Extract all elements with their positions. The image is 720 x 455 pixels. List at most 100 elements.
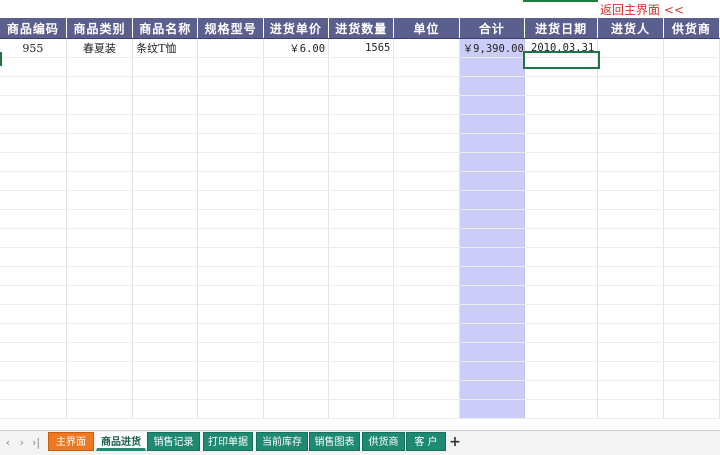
cell-total[interactable] bbox=[459, 57, 526, 77]
cell-total[interactable] bbox=[459, 247, 526, 267]
cell-unit_price[interactable] bbox=[263, 323, 330, 343]
cell-supplier[interactable] bbox=[663, 95, 720, 115]
cell-supplier[interactable] bbox=[663, 133, 720, 153]
cell-category[interactable] bbox=[66, 380, 134, 400]
cell-supplier[interactable] bbox=[663, 228, 720, 248]
cell-name[interactable] bbox=[132, 361, 199, 381]
add-sheet-button[interactable]: + bbox=[448, 433, 462, 451]
cell-code[interactable] bbox=[0, 323, 67, 343]
cell-unit[interactable] bbox=[393, 342, 460, 362]
cell-name[interactable] bbox=[132, 76, 199, 96]
cell-buyer[interactable] bbox=[597, 380, 664, 400]
column-header-name[interactable]: 商品名称 bbox=[132, 18, 199, 39]
cell-buyer[interactable] bbox=[597, 285, 664, 305]
column-header-spec[interactable]: 规格型号 bbox=[197, 18, 264, 39]
cell-name[interactable] bbox=[132, 323, 199, 343]
cell-name[interactable] bbox=[132, 209, 199, 229]
cell-name[interactable] bbox=[132, 190, 199, 210]
cell-unit[interactable] bbox=[393, 361, 460, 381]
cell-name[interactable] bbox=[132, 399, 199, 419]
cell-supplier[interactable] bbox=[663, 323, 720, 343]
cell-unit[interactable] bbox=[393, 209, 460, 229]
sheet-tab-2[interactable]: 销售记录 bbox=[147, 432, 200, 451]
cell-qty[interactable] bbox=[328, 323, 395, 343]
sheet-tab-1[interactable]: 商品进货 bbox=[96, 432, 146, 451]
cell-spec[interactable] bbox=[197, 228, 264, 248]
cell-code[interactable] bbox=[0, 171, 67, 191]
cell-total[interactable] bbox=[459, 171, 526, 191]
cell-code[interactable] bbox=[0, 361, 67, 381]
cell-spec[interactable] bbox=[197, 95, 264, 115]
cell-supplier[interactable] bbox=[663, 152, 720, 172]
cell-category[interactable] bbox=[66, 76, 134, 96]
cell-unit[interactable] bbox=[393, 323, 460, 343]
cell-qty[interactable] bbox=[328, 57, 395, 77]
column-header-date[interactable]: 进货日期 bbox=[524, 18, 599, 39]
sheet-tab-3[interactable]: 打印单据 bbox=[203, 432, 253, 451]
cell-category[interactable] bbox=[66, 399, 134, 419]
cell-qty[interactable] bbox=[328, 152, 395, 172]
cell-category[interactable] bbox=[66, 323, 134, 343]
cell-date[interactable] bbox=[524, 361, 599, 381]
cell-category[interactable] bbox=[66, 304, 134, 324]
cell-supplier[interactable] bbox=[663, 342, 720, 362]
cell-code[interactable] bbox=[0, 95, 67, 115]
column-header-unit[interactable]: 单位 bbox=[393, 18, 460, 39]
cell-total[interactable] bbox=[459, 190, 526, 210]
cell-category[interactable] bbox=[66, 133, 134, 153]
cell-spec[interactable] bbox=[197, 304, 264, 324]
cell-unit_price[interactable] bbox=[263, 266, 330, 286]
cell-unit_price[interactable] bbox=[263, 342, 330, 362]
cell-supplier[interactable] bbox=[663, 399, 720, 419]
cell-unit_price[interactable] bbox=[263, 304, 330, 324]
cell-buyer[interactable] bbox=[597, 304, 664, 324]
cell-unit_price[interactable] bbox=[263, 247, 330, 267]
cell-date[interactable] bbox=[524, 171, 599, 191]
cell-category[interactable] bbox=[66, 247, 134, 267]
cell-buyer[interactable] bbox=[597, 209, 664, 229]
cell-spec[interactable] bbox=[197, 57, 264, 77]
cell-total[interactable] bbox=[459, 380, 526, 400]
cell-supplier[interactable] bbox=[663, 361, 720, 381]
cell-name[interactable] bbox=[132, 247, 199, 267]
cell-code[interactable] bbox=[0, 247, 67, 267]
cell-name[interactable]: 条纹T恤 bbox=[132, 38, 199, 58]
cell-code[interactable] bbox=[0, 304, 67, 324]
cell-spec[interactable] bbox=[197, 380, 264, 400]
cell-total[interactable] bbox=[459, 228, 526, 248]
cell-supplier[interactable] bbox=[663, 285, 720, 305]
cell-qty[interactable] bbox=[328, 171, 395, 191]
cell-category[interactable] bbox=[66, 228, 134, 248]
cell-unit[interactable] bbox=[393, 133, 460, 153]
cell-date[interactable] bbox=[524, 342, 599, 362]
cell-unit[interactable] bbox=[393, 266, 460, 286]
cell-unit[interactable] bbox=[393, 76, 460, 96]
cell-buyer[interactable] bbox=[597, 323, 664, 343]
cell-spec[interactable] bbox=[197, 361, 264, 381]
cell-name[interactable] bbox=[132, 342, 199, 362]
cell-name[interactable] bbox=[132, 57, 199, 77]
sheet-tab-5[interactable]: 销售图表 bbox=[309, 432, 360, 451]
cell-category[interactable] bbox=[66, 152, 134, 172]
cell-total[interactable] bbox=[459, 209, 526, 229]
cell-unit_price[interactable] bbox=[263, 95, 330, 115]
cell-unit[interactable] bbox=[393, 38, 460, 58]
cell-unit_price[interactable] bbox=[263, 57, 330, 77]
cell-spec[interactable] bbox=[197, 114, 264, 134]
cell-code[interactable] bbox=[0, 190, 67, 210]
cell-qty[interactable] bbox=[328, 399, 395, 419]
cell-unit[interactable] bbox=[393, 285, 460, 305]
cell-date[interactable] bbox=[524, 304, 599, 324]
cell-unit[interactable] bbox=[393, 152, 460, 172]
nav-last-sheet-icon[interactable]: ›| bbox=[29, 435, 43, 451]
cell-supplier[interactable] bbox=[663, 247, 720, 267]
sheet-tab-7[interactable]: 客 户 bbox=[406, 432, 446, 451]
cell-code[interactable] bbox=[0, 399, 67, 419]
cell-code[interactable] bbox=[0, 342, 67, 362]
cell-total[interactable] bbox=[459, 399, 526, 419]
cell-unit_price[interactable] bbox=[263, 133, 330, 153]
cell-buyer[interactable] bbox=[597, 399, 664, 419]
cell-spec[interactable] bbox=[197, 209, 264, 229]
cell-category[interactable] bbox=[66, 342, 134, 362]
cell-date[interactable] bbox=[524, 95, 599, 115]
